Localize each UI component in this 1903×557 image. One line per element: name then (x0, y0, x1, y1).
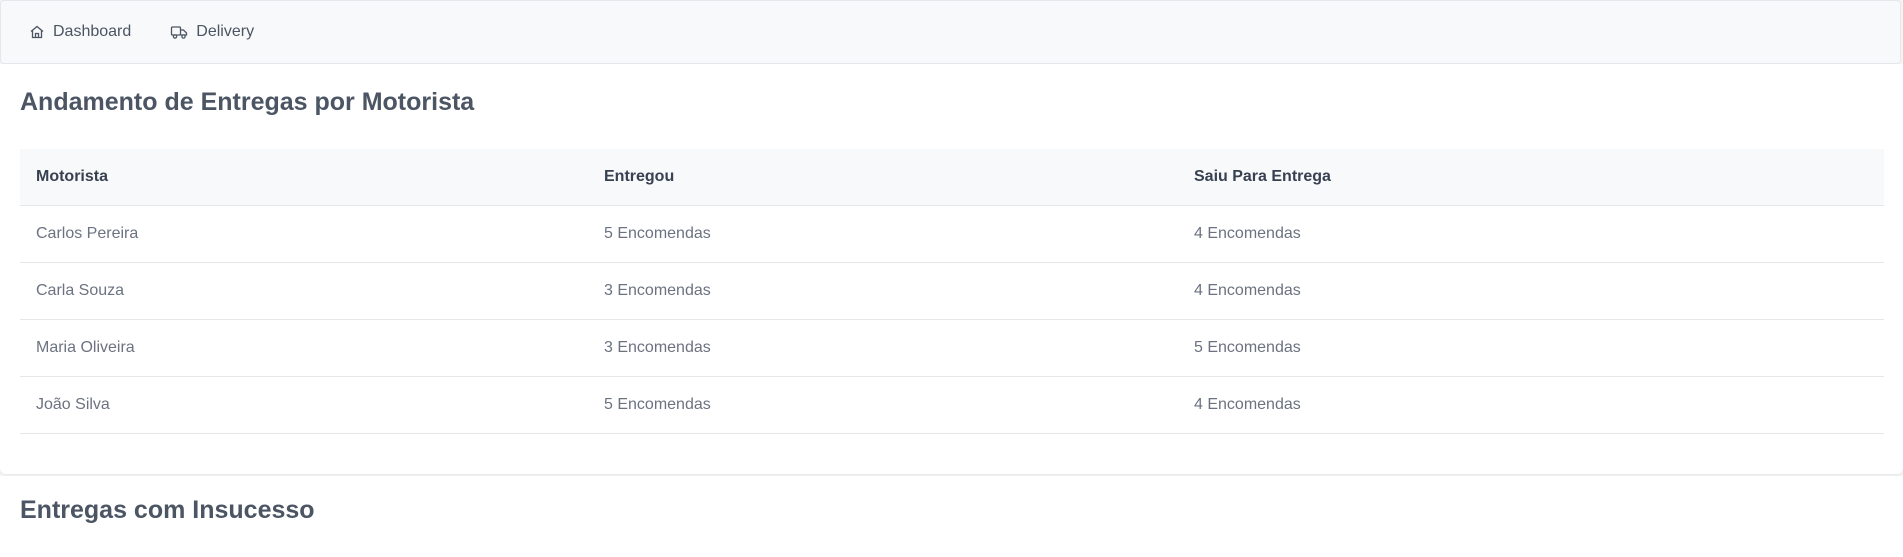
column-header-delivered: Entregou (588, 149, 1178, 206)
nav-item-label: Dashboard (53, 23, 132, 40)
nav-item-delivery[interactable]: Delivery (170, 23, 254, 41)
delivered-count-cell: 3 Encomendas (588, 262, 1178, 320)
out-for-delivery-cell: 4 Encomendas (1178, 262, 1884, 320)
failed-deliveries-card: Entregas com Insucesso (0, 476, 1903, 557)
truck-icon (171, 26, 188, 39)
section-title: Andamento de Entregas por Motorista (20, 88, 475, 116)
driver-name-cell: Carla Souza (20, 262, 588, 320)
table-header-row: Motorista Entregou Saiu Para Entrega (20, 149, 1884, 206)
table-row: Carlos Pereira 5 Encomendas 4 Encomendas (20, 205, 1884, 263)
delivered-count-cell: 5 Encomendas (588, 205, 1178, 263)
deliveries-table: Motorista Entregou Saiu Para Entrega Car… (20, 149, 1884, 434)
table-row: João Silva 5 Encomendas 4 Encomendas (20, 376, 1884, 434)
deliveries-by-driver-card: Andamento de Entregas por Motorista Moto… (0, 64, 1903, 474)
out-for-delivery-cell: 4 Encomendas (1178, 376, 1884, 434)
table-row: Carla Souza 3 Encomendas 4 Encomendas (20, 262, 1884, 320)
top-navigation: Dashboard Delivery (0, 0, 1901, 64)
column-header-out-for-delivery: Saiu Para Entrega (1178, 149, 1884, 206)
driver-name-cell: João Silva (20, 376, 588, 434)
home-icon (30, 25, 44, 39)
table-row: Maria Oliveira 3 Encomendas 5 Encomendas (20, 319, 1884, 377)
driver-name-cell: Maria Oliveira (20, 319, 588, 377)
out-for-delivery-cell: 4 Encomendas (1178, 205, 1884, 263)
section-title: Entregas com Insucesso (20, 496, 315, 524)
nav-item-label: Delivery (196, 23, 255, 40)
column-header-driver: Motorista (20, 149, 588, 206)
delivered-count-cell: 5 Encomendas (588, 376, 1178, 434)
nav-item-dashboard[interactable]: Dashboard (29, 23, 131, 41)
out-for-delivery-cell: 5 Encomendas (1178, 319, 1884, 377)
driver-name-cell: Carlos Pereira (20, 205, 588, 263)
delivered-count-cell: 3 Encomendas (588, 319, 1178, 377)
